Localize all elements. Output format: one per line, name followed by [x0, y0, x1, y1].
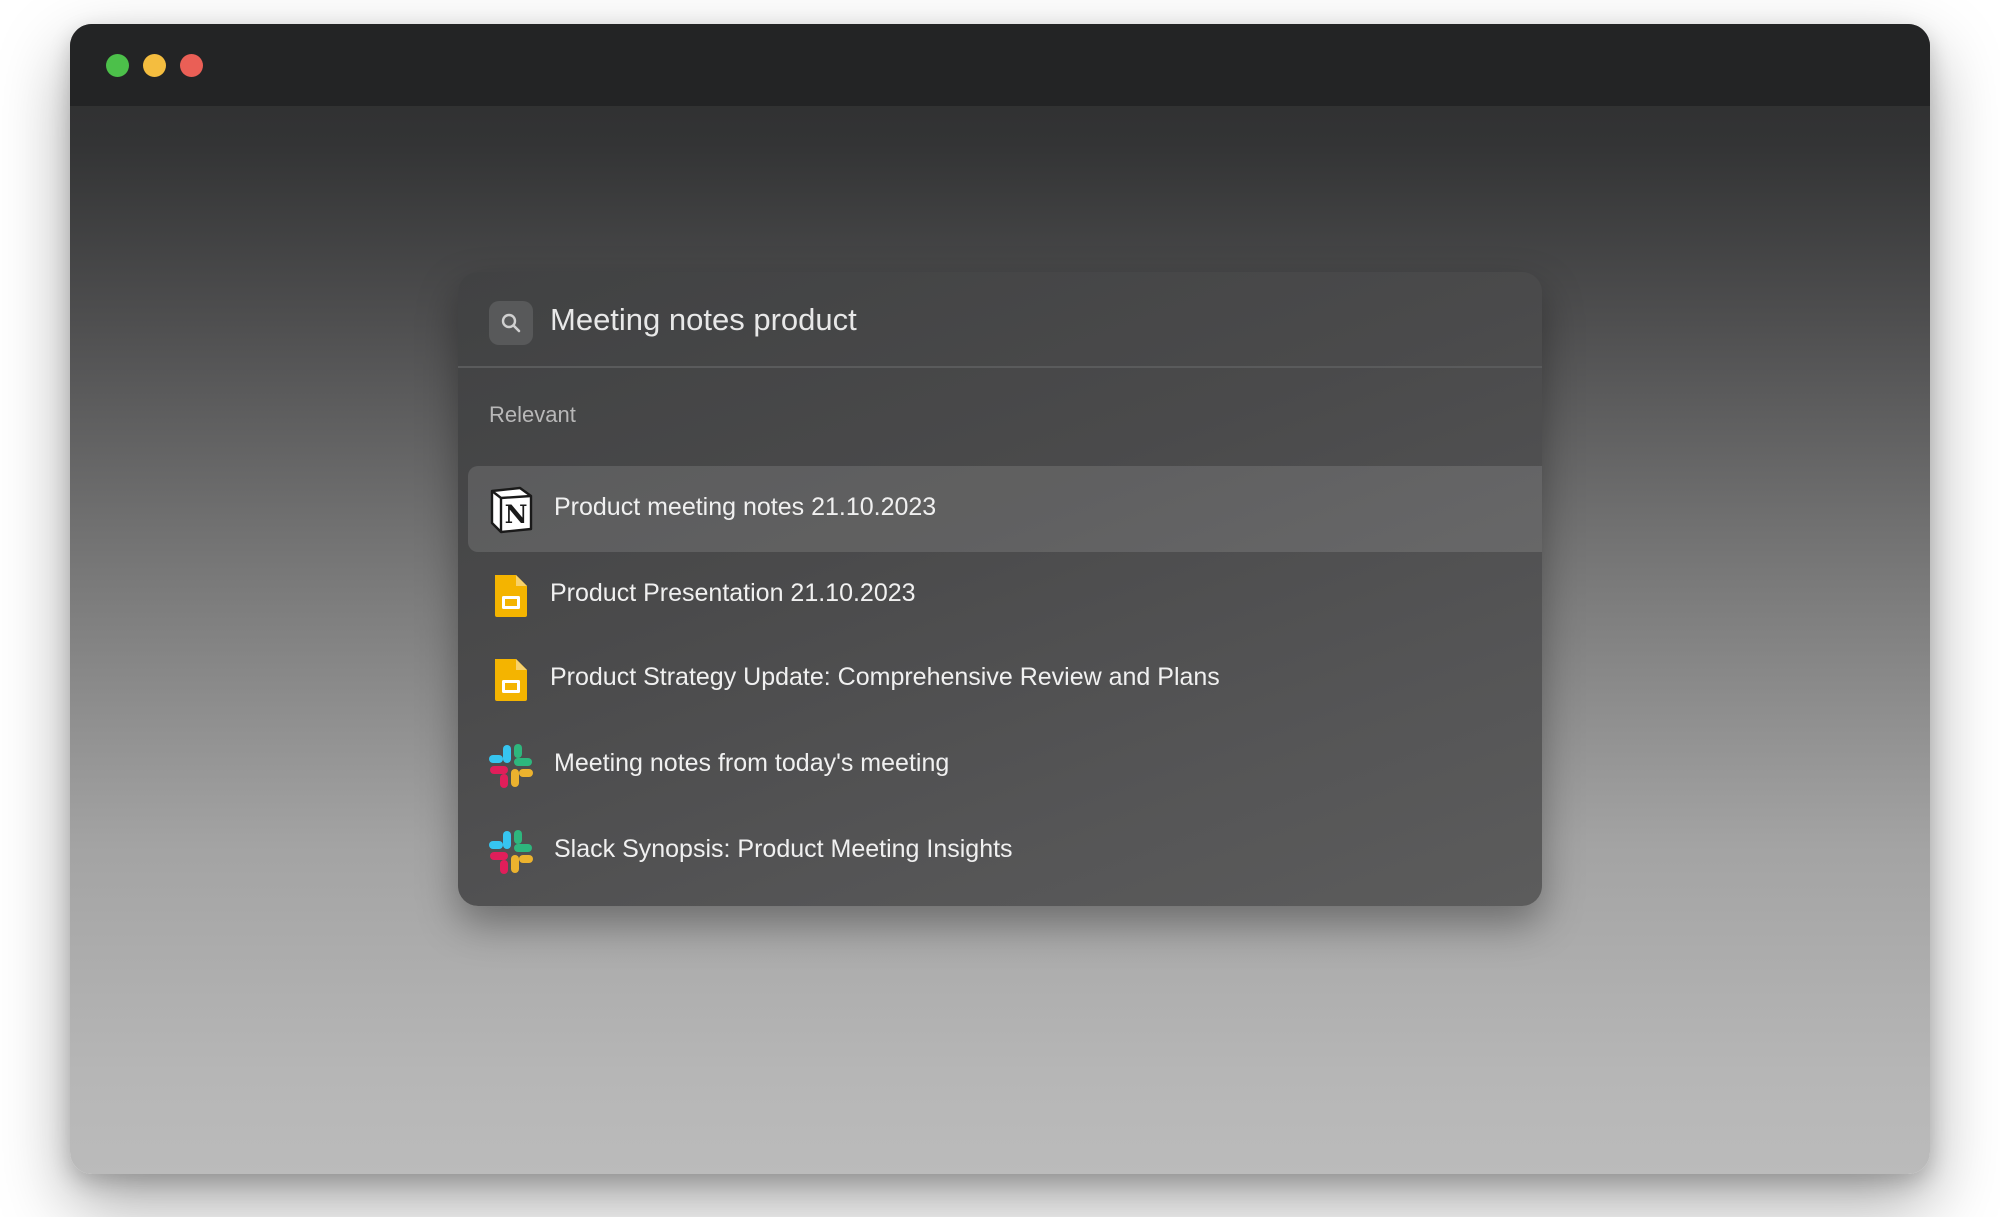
notion-icon: N	[486, 485, 536, 535]
app-window: Relevant N Product meeting notes 21.10.2…	[70, 24, 1930, 1174]
google-slides-icon	[486, 655, 536, 705]
result-item[interactable]: N Product meeting notes 21.10.2023	[468, 466, 1542, 552]
window-minimize-button[interactable]	[143, 54, 166, 77]
window-zoom-button[interactable]	[106, 54, 129, 77]
result-item[interactable]: Slack Synopsis: Product Meeting Insights	[468, 808, 1542, 894]
section-label-relevant: Relevant	[489, 402, 576, 427]
slack-icon	[486, 827, 536, 877]
result-item-label: Product Presentation 21.10.2023	[550, 579, 916, 607]
result-item[interactable]: Meeting notes from today's meeting	[468, 722, 1542, 808]
window-close-button[interactable]	[180, 54, 203, 77]
result-item-label: Meeting notes from today's meeting	[554, 749, 950, 777]
search-palette: Relevant N Product meeting notes 21.10.2…	[458, 272, 1542, 906]
google-slides-icon	[486, 571, 536, 621]
search-input[interactable]	[550, 294, 1450, 346]
slack-icon	[486, 741, 536, 791]
result-item[interactable]: Product Strategy Update: Comprehensive R…	[468, 636, 1542, 722]
result-item[interactable]: Product Presentation 21.10.2023	[468, 552, 1542, 638]
result-item-label: Slack Synopsis: Product Meeting Insights	[554, 835, 1013, 863]
svg-text:N: N	[505, 500, 528, 529]
search-bar	[458, 272, 1542, 368]
result-item-label: Product Strategy Update: Comprehensive R…	[550, 663, 1220, 691]
title-bar	[70, 24, 1930, 106]
search-icon	[489, 301, 533, 345]
result-item-label: Product meeting notes 21.10.2023	[554, 493, 937, 521]
